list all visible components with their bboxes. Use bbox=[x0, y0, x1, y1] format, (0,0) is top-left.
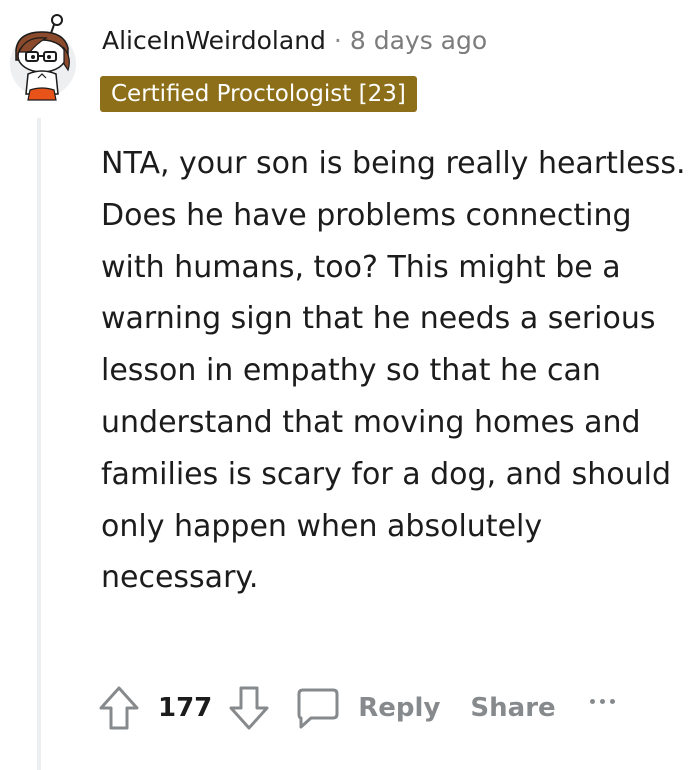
comment-timestamp[interactable]: 8 days ago bbox=[350, 26, 487, 55]
reply-icon-button[interactable] bbox=[292, 682, 344, 734]
arrow-down-outline-icon bbox=[229, 686, 269, 730]
speech-bubble-icon bbox=[297, 688, 339, 729]
thread-collapse-line[interactable] bbox=[37, 118, 41, 770]
downvote-button[interactable] bbox=[226, 682, 272, 734]
vote-score: 177 bbox=[158, 693, 213, 723]
comment-action-bar: 177 Reply Share bbox=[96, 682, 615, 734]
header-separator: · bbox=[333, 26, 342, 55]
comment-header: AliceInWeirdoland · 8 days ago bbox=[102, 26, 487, 55]
user-avatar[interactable] bbox=[6, 12, 80, 102]
ellipsis-icon-dot bbox=[589, 698, 595, 704]
share-button[interactable]: Share bbox=[470, 693, 555, 723]
ellipsis-icon-dot bbox=[609, 698, 615, 704]
reply-button[interactable]: Reply bbox=[358, 693, 440, 723]
arrow-up-outline-icon bbox=[99, 686, 139, 730]
user-flair-badge[interactable]: Certified Proctologist [23] bbox=[100, 76, 417, 112]
upvote-button[interactable] bbox=[96, 682, 142, 734]
comment-body: NTA, your son is being really heartless.… bbox=[101, 146, 686, 596]
ellipsis-icon-dot bbox=[599, 698, 605, 704]
author-username[interactable]: AliceInWeirdoland bbox=[102, 26, 326, 55]
more-options-button[interactable] bbox=[589, 682, 615, 734]
snoo-avatar-icon bbox=[10, 14, 76, 101]
